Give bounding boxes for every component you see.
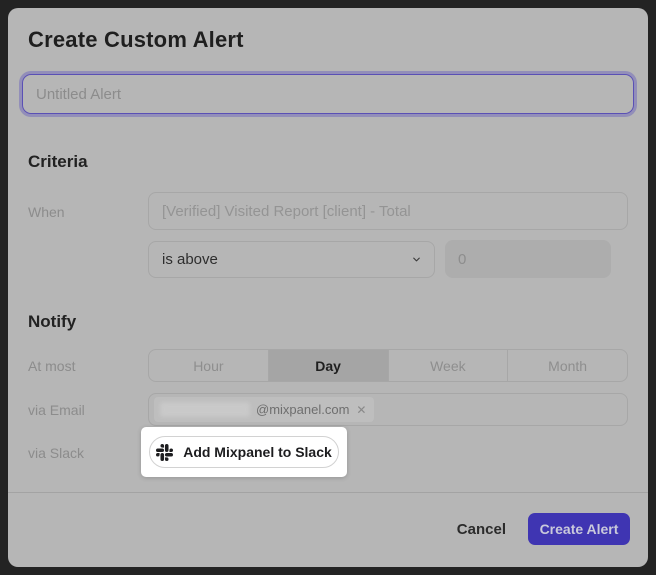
- dialog-title: Create Custom Alert: [28, 27, 244, 53]
- notify-heading: Notify: [28, 312, 76, 332]
- slack-onboarding-spotlight: Add Mixpanel to Slack: [141, 427, 347, 477]
- metric-value-text: [Verified] Visited Report [client] - Tot…: [162, 203, 411, 220]
- create-custom-alert-dialog: Create Custom Alert Criteria When [Verif…: [8, 8, 648, 567]
- frequency-option-week[interactable]: Week: [388, 350, 508, 381]
- backdrop: { "modal": { "title": "Create Custom Ale…: [0, 0, 656, 575]
- footer-divider: [8, 492, 648, 493]
- slack-button-label: Add Mixpanel to Slack: [183, 444, 332, 460]
- frequency-segmented-control: Hour Day Week Month: [148, 349, 628, 382]
- email-recipients-field[interactable]: @mixpanel.com ✕: [148, 393, 628, 426]
- via-slack-label: via Slack: [28, 445, 84, 461]
- frequency-option-month[interactable]: Month: [507, 350, 627, 381]
- when-label: When: [28, 204, 65, 220]
- email-redacted-text: [160, 402, 250, 417]
- threshold-input[interactable]: [445, 240, 611, 278]
- metric-select-field[interactable]: [Verified] Visited Report [client] - Tot…: [148, 192, 628, 230]
- operator-value-text: is above: [162, 251, 218, 268]
- email-chip: @mixpanel.com ✕: [154, 397, 374, 422]
- cancel-button[interactable]: Cancel: [457, 521, 506, 538]
- criteria-heading: Criteria: [28, 152, 88, 172]
- chip-remove-icon[interactable]: ✕: [356, 403, 366, 417]
- alert-name-input[interactable]: [22, 74, 634, 114]
- add-mixpanel-to-slack-button[interactable]: Add Mixpanel to Slack: [149, 436, 339, 468]
- chevron-down-icon: [411, 254, 422, 265]
- frequency-option-day[interactable]: Day: [268, 350, 388, 381]
- at-most-label: At most: [28, 358, 75, 374]
- frequency-option-hour[interactable]: Hour: [149, 350, 268, 381]
- email-domain-text: @mixpanel.com: [256, 402, 349, 417]
- operator-dropdown[interactable]: is above: [148, 241, 435, 278]
- slack-icon: [156, 444, 173, 461]
- via-email-label: via Email: [28, 402, 85, 418]
- create-alert-button[interactable]: Create Alert: [528, 513, 630, 545]
- dialog-footer: Cancel Create Alert: [457, 513, 630, 545]
